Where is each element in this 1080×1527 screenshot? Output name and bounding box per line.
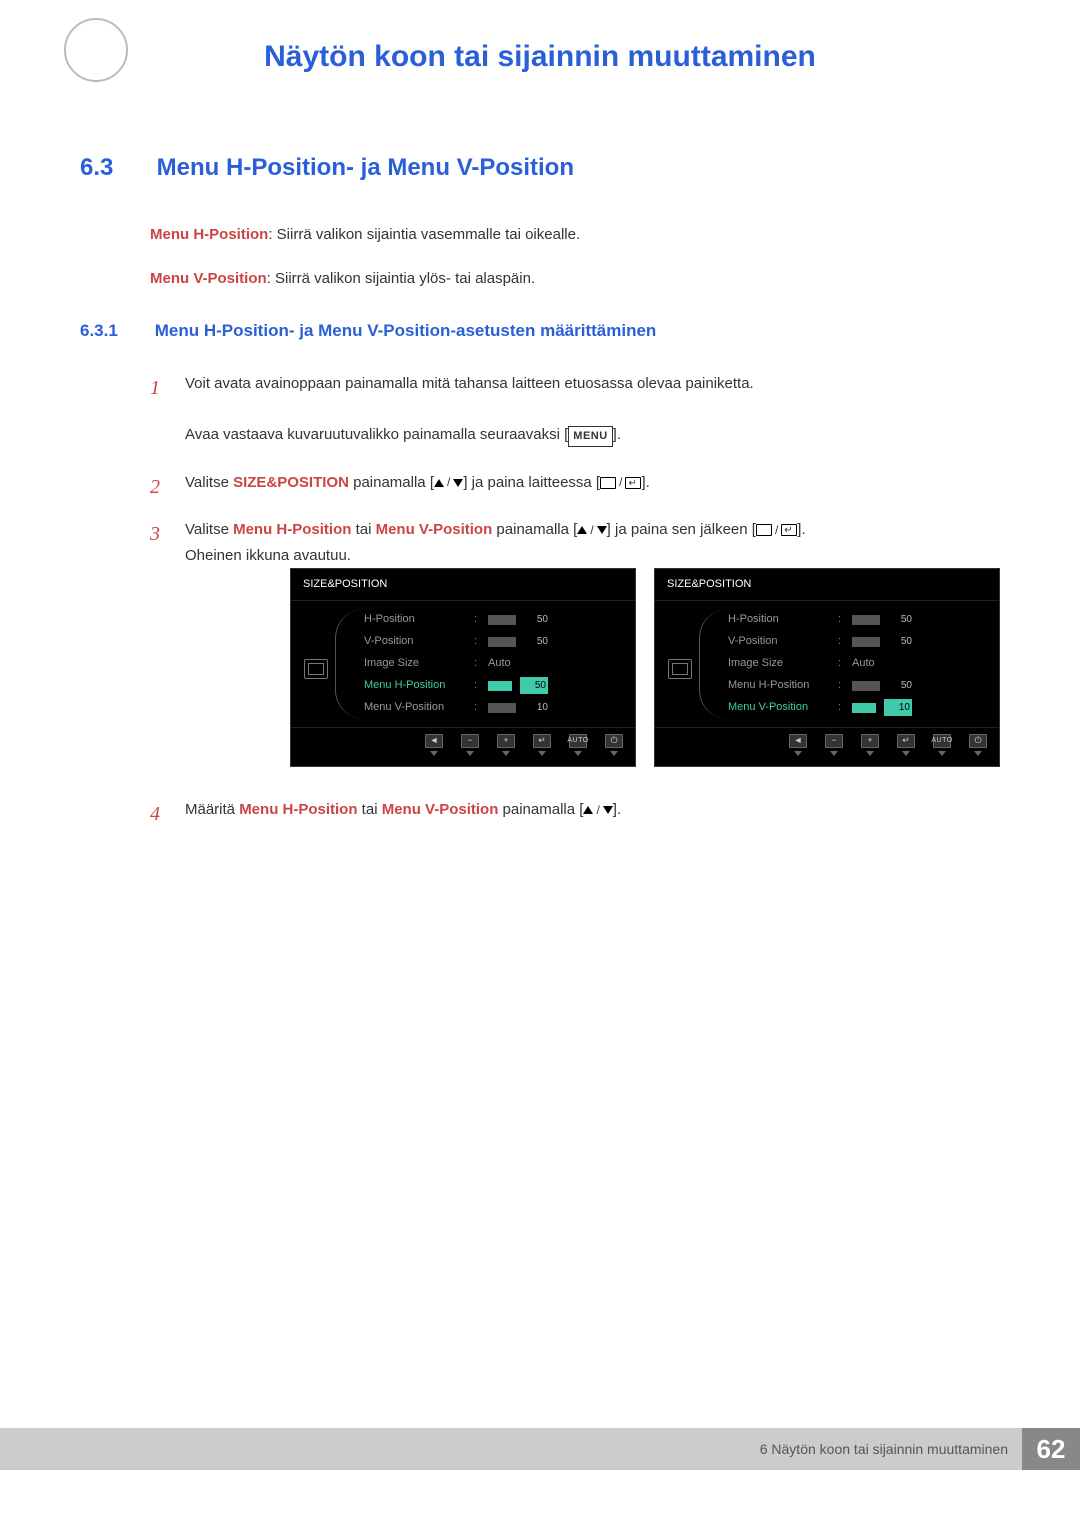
osd-item-label: Image Size [364,654,474,673]
up-down-icon: / [434,472,463,492]
osd-footer: ◄−+ ↵ AUTO ⏻ [655,727,999,766]
osd-footer-button: ↵ [533,734,551,756]
osd-footer-button: ◄ [789,734,807,756]
osd-item-value: 50 [520,677,548,694]
osd-item-label: Image Size [728,654,838,673]
osd-item-label: Menu V-Position [728,698,838,717]
osd-item: V-Position:50 [728,631,912,653]
osd-panel-left: SIZE&POSITION H-Position:50V-Position:50I… [290,568,636,767]
osd-item: Image Size:Auto [364,653,548,675]
up-down-icon: / [583,800,612,820]
osd-footer-button: ⏻ [605,734,623,756]
osd-item-label: Menu H-Position [364,676,474,695]
source-enter-icon: / [600,472,641,492]
osd-item-value: 10 [884,699,912,716]
section-title-text: Menu H-Position- ja Menu V-Position [157,154,574,181]
chapter-title: Näytön koon tai sijainnin muuttaminen [80,40,1000,74]
osd-slider [852,681,880,691]
osd-item-value: 50 [888,677,912,694]
osd-item-value: Auto [852,654,912,673]
osd-item-label: V-Position [728,632,838,651]
osd-title: SIZE&POSITION [291,569,635,601]
osd-item-label: H-Position [364,610,474,629]
osd-item-label: Menu V-Position [364,698,474,717]
osd-item-label: H-Position [728,610,838,629]
osd-footer-button: − [461,734,479,756]
step-number: 2 [150,470,160,504]
osd-slider [852,615,880,625]
osd-item: Menu V-Position:10 [728,697,912,719]
subsection-title-text: Menu H-Position- ja Menu V-Position-aset… [155,321,657,340]
osd-item-label: V-Position [364,632,474,651]
osd-item: V-Position:50 [364,631,548,653]
intro-h-label: Menu H-Position [150,226,268,243]
osd-footer-button: + [861,734,879,756]
osd-item-label: Menu H-Position [728,676,838,695]
osd-slider [488,703,516,713]
step-3: 3 Valitse Menu H-Position tai Menu V-Pos… [150,517,1000,767]
section-number: 6.3 [80,154,150,182]
page-footer: 6 Näytön koon tai sijainnin muuttaminen … [0,1428,1080,1470]
intro-v-label: Menu V-Position [150,270,267,287]
osd-footer-button: AUTO [569,734,587,756]
subsection-number: 6.3.1 [80,321,150,341]
subsection-heading: 6.3.1 Menu H-Position- ja Menu V-Positio… [80,321,1000,341]
footer-text: 6 Näytön koon tai sijainnin muuttaminen [760,1428,1022,1470]
osd-category-icon [668,659,692,679]
osd-footer: ◄−+ ↵ AUTO ⏻ [291,727,635,766]
osd-panel-right: SIZE&POSITION H-Position:50V-Position:50I… [654,568,1000,767]
page-number: 62 [1022,1428,1080,1470]
osd-item-value: 50 [888,633,912,650]
osd-item-value: Auto [488,654,548,673]
step-number: 4 [150,797,160,831]
osd-item: Image Size:Auto [728,653,912,675]
up-down-icon: / [577,520,606,540]
menu-key-icon: MENU [568,426,612,447]
step-2: 2 Valitse SIZE&POSITION painamalla [/] j… [150,470,1000,496]
osd-category-icon [304,659,328,679]
osd-footer-button: ⏻ [969,734,987,756]
osd-title: SIZE&POSITION [655,569,999,601]
osd-footer-button: ◄ [425,734,443,756]
osd-item-value: 50 [888,611,912,628]
source-enter-icon: / [756,520,797,540]
osd-item: Menu H-Position:50 [728,675,912,697]
chapter-badge-icon [64,18,128,82]
osd-slider [852,703,876,713]
osd-footer-button: − [825,734,843,756]
section-heading: 6.3 Menu H-Position- ja Menu V-Position [80,154,1000,182]
intro-h-position: Menu H-Position: Siirrä valikon sijainti… [150,222,1000,248]
osd-item-value: 50 [524,633,548,650]
step-number: 1 [150,371,160,405]
osd-item-value: 10 [524,699,548,716]
osd-footer-button: AUTO [933,734,951,756]
osd-footer-button: + [497,734,515,756]
osd-slider [852,637,880,647]
step-number: 3 [150,517,160,551]
osd-footer-button: ↵ [897,734,915,756]
osd-item: H-Position:50 [364,609,548,631]
osd-item: Menu H-Position:50 [364,675,548,697]
osd-item-value: 50 [524,611,548,628]
osd-slider [488,615,516,625]
step-4: 4 Määritä Menu H-Position tai Menu V-Pos… [150,797,1000,823]
osd-item: H-Position:50 [728,609,912,631]
intro-v-position: Menu V-Position: Siirrä valikon sijainti… [150,266,1000,292]
osd-item: Menu V-Position:10 [364,697,548,719]
step-1: 1 Voit avata avainoppaan painamalla mitä… [150,371,1000,448]
osd-slider [488,681,512,691]
osd-slider [488,637,516,647]
